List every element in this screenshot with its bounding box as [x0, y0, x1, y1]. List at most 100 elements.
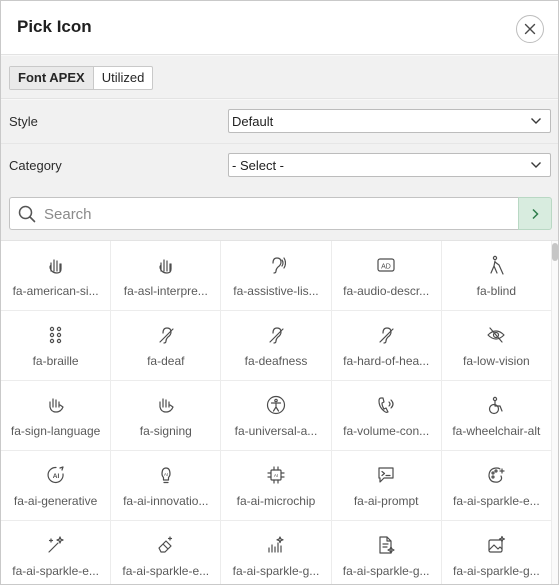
icon-tile-label: fa-braille	[32, 354, 79, 368]
icon-tile[interactable]: AI fa-ai-generative	[1, 451, 112, 521]
eraser-sparkle-icon	[111, 535, 220, 555]
icon-tile-label: fa-asl-interpre...	[123, 284, 208, 298]
scrollbar-thumb[interactable]	[552, 243, 558, 261]
prompt-chat-icon	[332, 465, 441, 485]
icon-tile-label: fa-ai-sparkle-g...	[342, 564, 430, 578]
icon-tile-label: fa-ai-sparkle-g...	[452, 564, 540, 578]
sign-hand-icon	[111, 395, 220, 415]
icon-tile-label: fa-deafness	[244, 354, 308, 368]
icon-tile[interactable]: fa-braille	[1, 311, 112, 381]
icon-tile[interactable]: fa-asl-interpre...	[111, 241, 222, 311]
tab-bar: Font APEX Utilized	[1, 56, 558, 99]
tab-font-apex[interactable]: Font APEX	[10, 67, 94, 89]
icon-tile-label: fa-ai-generative	[13, 494, 98, 508]
audio-description-icon: AD	[332, 255, 441, 275]
icon-grid: fa-american-si... fa-asl-interpre... fa-as…	[1, 241, 552, 584]
deaf-ear-icon	[332, 325, 441, 345]
svg-text:AI: AI	[52, 473, 59, 480]
icon-tile[interactable]: AI fa-ai-innovatio...	[111, 451, 222, 521]
icon-tile-label: fa-hard-of-hea...	[343, 354, 430, 368]
icon-tile[interactable]: fa-ai-sparkle-e...	[111, 521, 222, 584]
icon-tile[interactable]: fa-assistive-lis...	[221, 241, 332, 311]
icon-tile-label: fa-ai-prompt	[353, 494, 419, 508]
icon-tile[interactable]: fa-deafness	[221, 311, 332, 381]
sign-hand-icon	[1, 395, 110, 415]
braille-icon	[1, 325, 110, 345]
icon-tile-label: fa-ai-sparkle-g...	[232, 564, 320, 578]
tab-group: Font APEX Utilized	[9, 66, 154, 90]
search-go-button[interactable]	[518, 197, 552, 230]
scrollbar-track[interactable]	[552, 241, 558, 584]
style-row: Style Default	[1, 100, 558, 144]
icon-tile-label: fa-blind	[476, 284, 517, 298]
icon-tile-label: fa-deaf	[147, 354, 185, 368]
search-box	[9, 197, 519, 230]
category-label: Category	[9, 158, 62, 173]
category-row: Category - Select -	[1, 144, 558, 188]
icon-tile[interactable]: AD fa-audio-descr...	[331, 241, 442, 311]
style-label: Style	[9, 114, 38, 129]
icon-tile[interactable]: AI fa-ai-microchip	[221, 451, 332, 521]
chevron-down-icon	[531, 162, 541, 168]
icon-tile[interactable]: fa-ai-sparkle-e...	[441, 451, 552, 521]
icon-tile-label: fa-ai-microchip	[236, 494, 316, 508]
tab-utilized[interactable]: Utilized	[94, 67, 153, 89]
chevron-down-icon	[531, 118, 541, 124]
icon-tile[interactable]: fa-blind	[441, 241, 552, 311]
lightbulb-icon: AI	[111, 465, 220, 485]
icon-tile-label: fa-wheelchair-alt	[452, 424, 541, 438]
wand-sparkle-icon	[1, 535, 110, 555]
deaf-ear-icon	[111, 325, 220, 345]
icon-tile[interactable]: fa-ai-sparkle-e...	[1, 521, 112, 584]
icon-tile[interactable]: fa-deaf	[111, 311, 222, 381]
icon-tile[interactable]: fa-american-si...	[1, 241, 112, 311]
icon-tile[interactable]: fa-low-vision	[441, 311, 552, 381]
icon-tile-label: fa-universal-a...	[234, 424, 318, 438]
pick-icon-dialog: Pick Icon Font APEX Utilized Style Defau…	[0, 0, 559, 585]
icon-tile[interactable]: fa-ai-sparkle-g...	[441, 521, 552, 584]
chart-sparkle-icon	[221, 535, 330, 555]
icon-tile[interactable]: fa-ai-prompt	[331, 451, 442, 521]
icon-tile[interactable]: fa-universal-a...	[221, 381, 332, 451]
style-select-value: Default	[232, 114, 274, 129]
chevron-right-icon	[532, 208, 539, 219]
style-select[interactable]: Default	[228, 109, 551, 133]
icon-tile-label: fa-volume-con...	[343, 424, 430, 438]
close-button[interactable]	[516, 15, 544, 43]
icon-tile[interactable]: fa-hard-of-hea...	[331, 311, 442, 381]
icon-tile-label: fa-signing	[139, 424, 192, 438]
icon-tile-label: fa-audio-descr...	[343, 284, 430, 298]
close-icon	[524, 23, 536, 35]
hand-rock-icon	[111, 255, 220, 275]
icon-tile-label: fa-ai-sparkle-e...	[122, 564, 210, 578]
ear-waves-icon	[221, 255, 330, 275]
icon-tile[interactable]: fa-ai-sparkle-g...	[331, 521, 442, 584]
icon-tile-label: fa-ai-sparkle-e...	[12, 564, 99, 578]
volume-control-phone-icon	[332, 395, 441, 415]
svg-text:AI: AI	[274, 473, 278, 478]
search-row	[1, 188, 558, 240]
svg-text:AD: AD	[381, 264, 391, 271]
search-input[interactable]	[42, 204, 502, 224]
category-select[interactable]: - Select -	[228, 153, 551, 177]
icon-tile[interactable]: fa-wheelchair-alt	[441, 381, 552, 451]
hand-rock-icon	[1, 255, 110, 275]
palette-sparkle-icon	[442, 465, 551, 485]
icon-tile[interactable]: fa-ai-sparkle-g...	[221, 521, 332, 584]
deaf-ear-icon	[221, 325, 330, 345]
icon-tile[interactable]: fa-volume-con...	[331, 381, 442, 451]
icon-tile-label: fa-low-vision	[463, 354, 530, 368]
document-sparkle-icon	[332, 535, 441, 555]
universal-access-icon	[221, 395, 330, 415]
microchip-icon: AI	[221, 465, 330, 485]
blind-person-icon	[442, 255, 551, 275]
icon-tile-label: fa-ai-innovatio...	[123, 494, 209, 508]
icon-grid-panel: fa-american-si... fa-asl-interpre... fa-as…	[1, 240, 558, 584]
eye-slash-icon	[442, 325, 551, 345]
icon-tile[interactable]: fa-signing	[111, 381, 222, 451]
icon-tile[interactable]: fa-sign-language	[1, 381, 112, 451]
icon-tile-label: fa-sign-language	[10, 424, 101, 438]
icon-tile-label: fa-ai-sparkle-e...	[452, 494, 540, 508]
wheelchair-icon	[442, 395, 551, 415]
dialog-header: Pick Icon	[1, 1, 558, 55]
